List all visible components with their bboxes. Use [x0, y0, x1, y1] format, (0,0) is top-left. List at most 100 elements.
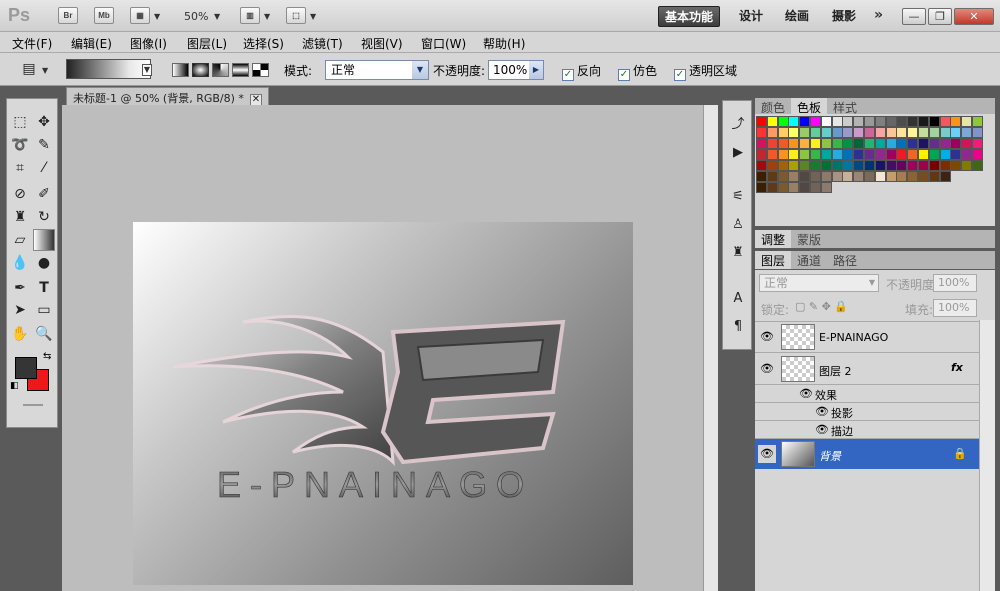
- color-swatch[interactable]: [864, 127, 875, 138]
- layers-scrollbar[interactable]: [979, 320, 995, 591]
- brush-presets-icon[interactable]: ⚟: [727, 187, 749, 207]
- eye-icon[interactable]: 👁: [813, 403, 831, 421]
- layer-row[interactable]: 👁 E-PNAINAGO: [755, 321, 979, 352]
- tool-presets-icon[interactable]: ♜: [727, 243, 749, 263]
- color-swatch[interactable]: [842, 138, 854, 149]
- close-button[interactable]: ✕: [954, 8, 994, 25]
- color-swatch[interactable]: [831, 138, 843, 149]
- color-swatch[interactable]: [853, 127, 865, 138]
- color-swatch[interactable]: [831, 127, 843, 138]
- color-swatch[interactable]: [885, 160, 897, 171]
- color-swatch[interactable]: [788, 149, 800, 160]
- color-swatch[interactable]: [799, 138, 811, 149]
- color-swatch[interactable]: [756, 116, 767, 127]
- color-swatch[interactable]: [972, 127, 983, 138]
- eye-icon[interactable]: 👁: [758, 445, 776, 463]
- color-swatch[interactable]: [853, 138, 865, 149]
- color-swatch[interactable]: [777, 138, 789, 149]
- color-swatch[interactable]: [928, 127, 940, 138]
- color-swatch[interactable]: [939, 127, 951, 138]
- crop-tool-icon[interactable]: ⌗: [9, 157, 31, 179]
- color-swatch[interactable]: [820, 160, 832, 171]
- color-swatch[interactable]: [853, 149, 865, 160]
- color-swatch[interactable]: [831, 160, 843, 171]
- color-swatch[interactable]: [928, 138, 940, 149]
- color-swatch[interactable]: [799, 160, 811, 171]
- default-colors-icon[interactable]: ◧: [10, 381, 19, 391]
- color-swatch[interactable]: [950, 116, 962, 127]
- color-swatch[interactable]: [864, 171, 875, 182]
- history-icon[interactable]: ⤴: [727, 115, 749, 135]
- color-swatch[interactable]: [918, 116, 929, 127]
- color-swatch[interactable]: [972, 138, 983, 149]
- color-swatch[interactable]: [799, 182, 811, 193]
- color-swatch[interactable]: [777, 160, 789, 171]
- color-swatch[interactable]: [972, 160, 983, 171]
- blend-mode-select[interactable]: 正常 ▼: [759, 274, 879, 292]
- layer-row[interactable]: 👁 图层 2 fx: [755, 352, 979, 384]
- gradient-preview[interactable]: [66, 59, 151, 79]
- character-icon[interactable]: A: [727, 289, 749, 309]
- color-swatch[interactable]: [766, 171, 778, 182]
- transparency-checkbox[interactable]: ✓ 透明区域: [674, 62, 737, 81]
- color-swatch[interactable]: [766, 182, 778, 193]
- quick-mask-icon[interactable]: [23, 404, 43, 406]
- color-swatch[interactable]: [907, 171, 919, 182]
- tab-adjustments[interactable]: 调整: [755, 230, 792, 248]
- color-swatch[interactable]: [810, 116, 821, 127]
- color-swatch[interactable]: [777, 116, 789, 127]
- color-swatch[interactable]: [918, 127, 929, 138]
- tab-paths[interactable]: 路径: [827, 251, 863, 269]
- color-swatch[interactable]: [885, 116, 897, 127]
- color-swatch[interactable]: [820, 149, 832, 160]
- reflected-gradient-icon[interactable]: [232, 63, 249, 77]
- color-swatch[interactable]: [842, 149, 854, 160]
- color-swatch[interactable]: [928, 149, 940, 160]
- angle-gradient-icon[interactable]: [212, 63, 229, 77]
- color-swatch[interactable]: [788, 116, 800, 127]
- color-swatch[interactable]: [907, 116, 919, 127]
- color-swatch[interactable]: [766, 116, 778, 127]
- color-swatch[interactable]: [756, 138, 767, 149]
- swap-colors-icon[interactable]: ⇆: [43, 351, 51, 362]
- menu-layer[interactable]: 图层(L): [187, 35, 227, 52]
- move-tool-icon[interactable]: ✥: [33, 111, 55, 133]
- color-swatch[interactable]: [885, 127, 897, 138]
- color-swatch[interactable]: [831, 171, 843, 182]
- paragraph-icon[interactable]: ¶: [727, 317, 749, 337]
- color-swatch[interactable]: [810, 160, 821, 171]
- color-swatch[interactable]: [777, 149, 789, 160]
- zoom-level[interactable]: 50%: [184, 10, 208, 23]
- marquee-tool-icon[interactable]: ⬚: [9, 111, 31, 133]
- color-swatch[interactable]: [788, 138, 800, 149]
- color-swatch[interactable]: [756, 149, 767, 160]
- restore-button[interactable]: ❐: [928, 8, 952, 25]
- color-swatch[interactable]: [810, 127, 821, 138]
- color-swatch[interactable]: [842, 171, 854, 182]
- color-swatch[interactable]: [874, 171, 886, 182]
- eraser-tool-icon[interactable]: ▱: [9, 229, 31, 251]
- tab-layers[interactable]: 图层: [755, 251, 792, 269]
- color-swatch[interactable]: [885, 138, 897, 149]
- color-swatch[interactable]: [918, 138, 929, 149]
- color-swatch[interactable]: [810, 171, 821, 182]
- lock-icons[interactable]: ▢ ✎ ✥ 🔒: [795, 300, 848, 313]
- color-swatch[interactable]: [820, 116, 832, 127]
- color-swatch[interactable]: [766, 138, 778, 149]
- color-swatch[interactable]: [885, 171, 897, 182]
- gradient-picker-dropdown-icon[interactable]: ▼: [142, 64, 152, 76]
- workspace-photography[interactable]: 摄影: [826, 6, 862, 27]
- color-swatch[interactable]: [766, 127, 778, 138]
- layer-opacity-field[interactable]: 100%: [933, 274, 977, 292]
- document-tab[interactable]: 未标题-1 @ 50% (背景, RGB/8) * ✕: [66, 87, 269, 106]
- blur-tool-icon[interactable]: 💧: [9, 252, 31, 274]
- color-swatch[interactable]: [788, 171, 800, 182]
- color-swatch[interactable]: [939, 138, 951, 149]
- eyedropper-tool-icon[interactable]: ⁄: [33, 157, 55, 179]
- color-swatch[interactable]: [918, 160, 929, 171]
- color-swatch[interactable]: [885, 149, 897, 160]
- color-swatch[interactable]: [896, 127, 908, 138]
- color-swatch[interactable]: [950, 138, 962, 149]
- minibridge-button[interactable]: Mb: [94, 7, 114, 24]
- healing-brush-tool-icon[interactable]: ⊘: [9, 183, 31, 205]
